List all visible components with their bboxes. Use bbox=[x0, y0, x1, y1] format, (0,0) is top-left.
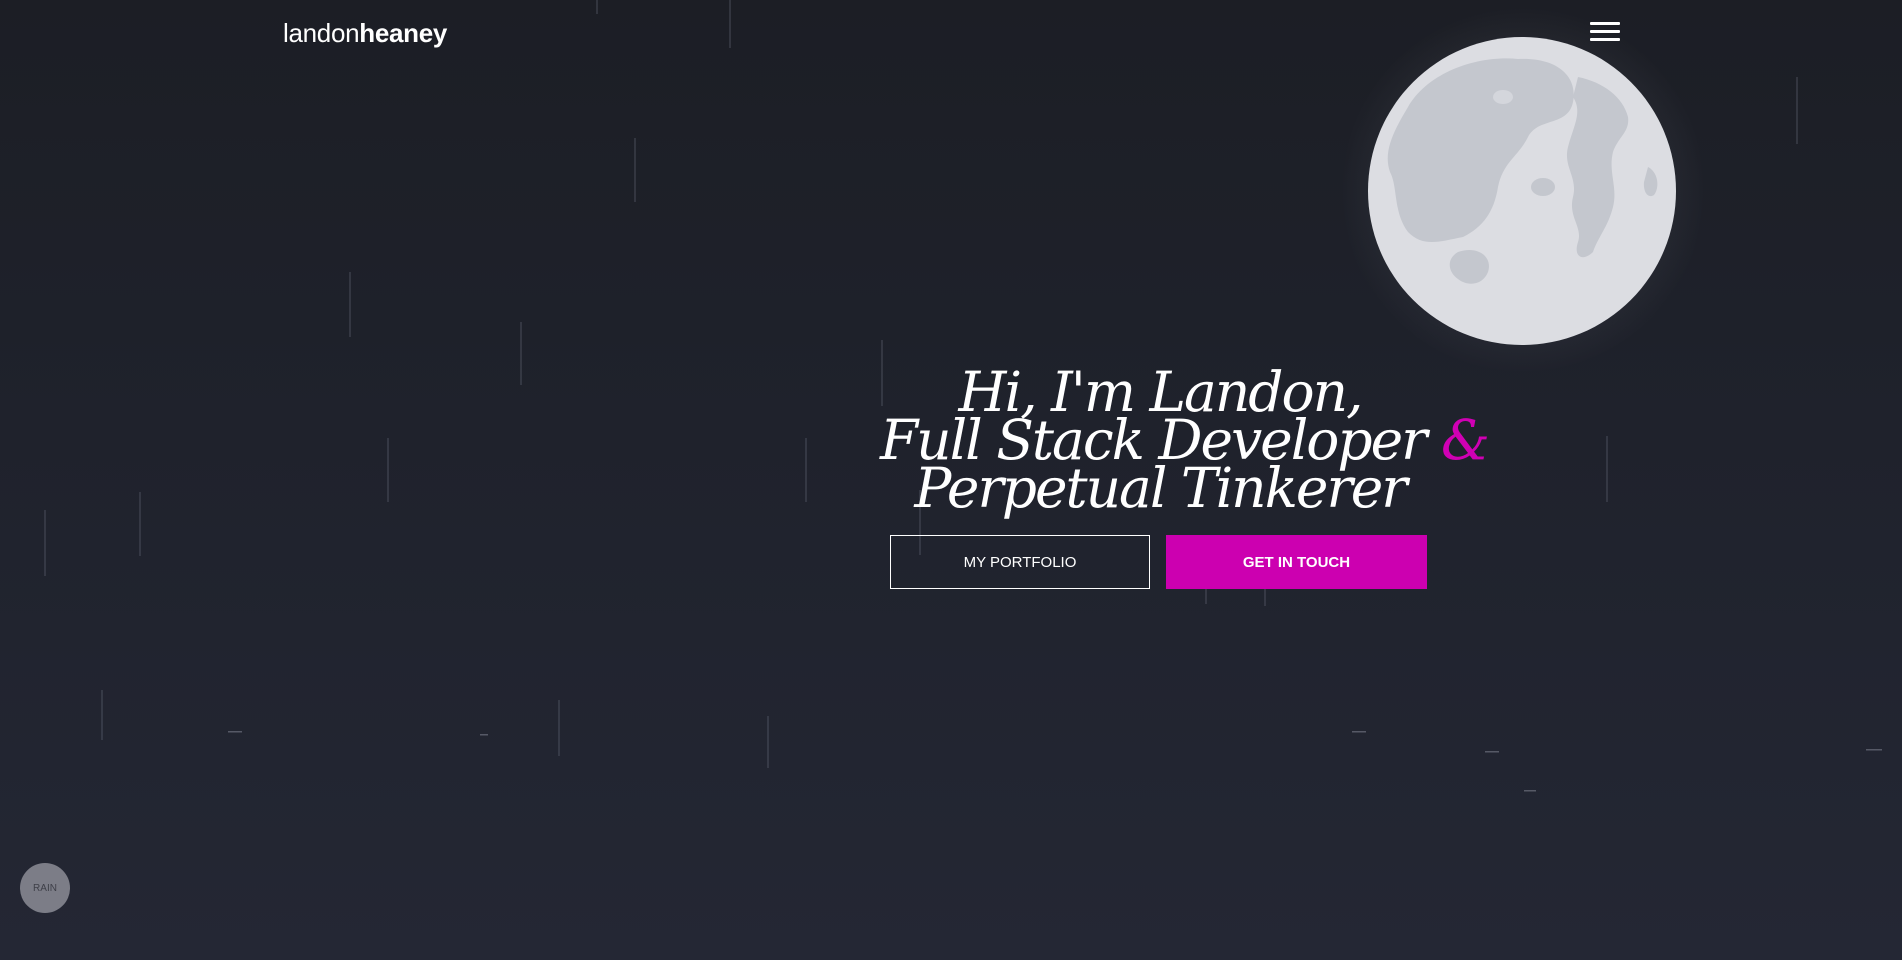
logo-last-name: heaney bbox=[359, 18, 448, 48]
rain-toggle-button[interactable]: RAIN bbox=[20, 863, 70, 913]
hero-headline: Hi, I'm Landon, Full Stack Developer & P… bbox=[880, 365, 1490, 520]
hero-ampersand: & bbox=[1440, 408, 1490, 472]
moon-illustration bbox=[1338, 0, 1708, 380]
site-logo[interactable]: landonheaney bbox=[283, 18, 447, 49]
get-in-touch-button[interactable]: GET IN TOUCH bbox=[1166, 535, 1427, 589]
logo-first-name: landon bbox=[283, 18, 360, 48]
my-portfolio-button[interactable]: MY PORTFOLIO bbox=[890, 535, 1150, 589]
moon-icon bbox=[1368, 37, 1676, 345]
hero-line-tinkerer: Perpetual Tinkerer bbox=[914, 456, 1407, 520]
